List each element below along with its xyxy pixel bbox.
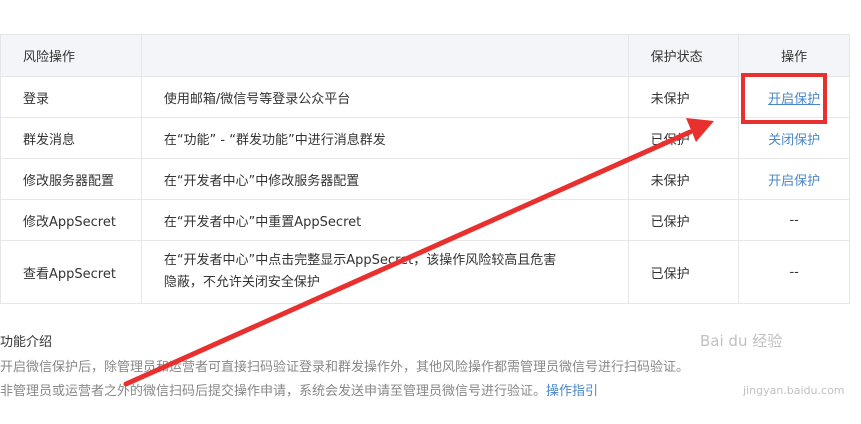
row-action-none: -- [738,240,850,304]
table-header-row: 风险操作 保护状态 操作 [0,34,850,77]
operation-guide-link[interactable]: 操作指引 [546,384,598,399]
row-description: 在“开发者中心”中重置AppSecret [140,199,629,241]
row-description: 在“开发者中心”中点击完整显示AppSecret，该操作风险较高且危害 隐蔽，不… [140,240,629,304]
row-description-line2: 隐蔽，不允许关闭安全保护 [163,275,320,290]
feature-intro-line2: 非管理员或运营者之外的微信扫码后提交操作申请，系统会发送申请至管理员微信号进行验… [0,384,547,399]
row-operation: 群发消息 [0,117,142,159]
row-operation: 修改AppSecret [0,199,142,241]
row-operation: 修改服务器配置 [0,158,142,200]
baidu-watermark: Bai du 经验 [700,332,783,350]
risk-operations-table: 风险操作 保护状态 操作 登录 使用邮箱/微信号等登录公众平台 未保护 开启保护… [0,34,850,304]
row-description: 在“功能” - “群发功能”中进行消息群发 [140,117,629,159]
row-status: 未保护 [627,158,740,200]
row-operation: 查看AppSecret [0,240,142,304]
feature-intro-line2-wrap: 非管理员或运营者之外的微信扫码后提交操作申请，系统会发送申请至管理员微信号进行验… [0,380,861,404]
header-risk-operation: 风险操作 [0,34,142,77]
disable-protection-link[interactable]: 关闭保护 [768,133,820,148]
header-action: 操作 [738,34,850,77]
enable-protection-link[interactable]: 开启保护 [768,174,820,189]
highlight-box [741,73,827,124]
header-description [140,34,629,77]
row-description: 在“开发者中心”中修改服务器配置 [140,158,629,200]
table-row: 修改服务器配置 在“开发者中心”中修改服务器配置 未保护 开启保护 [0,158,850,200]
row-status: 未保护 [627,76,740,118]
row-operation: 登录 [0,76,142,118]
feature-intro-text: 开启微信保护后，除管理员和运营者可直接扫码验证登录和群发操作外，其他风险操作都需… [0,356,861,404]
feature-intro-line1: 开启微信保护后，除管理员和运营者可直接扫码验证登录和群发操作外，其他风险操作都需… [0,360,690,375]
row-description: 使用邮箱/微信号等登录公众平台 [140,76,629,118]
table-row: 修改AppSecret 在“开发者中心”中重置AppSecret 已保护 -- [0,199,850,241]
row-status: 已保护 [627,240,740,304]
row-action-none: -- [738,199,850,241]
table-row: 查看AppSecret 在“开发者中心”中点击完整显示AppSecret，该操作… [0,240,850,304]
table-row: 登录 使用邮箱/微信号等登录公众平台 未保护 开启保护 [0,76,850,118]
row-status: 已保护 [627,117,740,159]
row-status: 已保护 [627,199,740,241]
baidu-watermark-url: jingyan.baidu.com [743,384,845,397]
row-description-line1: 在“开发者中心”中点击完整显示AppSecret，该操作风险较高且危害 [163,253,557,268]
header-protection-status: 保护状态 [627,34,740,77]
table-row: 群发消息 在“功能” - “群发功能”中进行消息群发 已保护 关闭保护 [0,117,850,159]
